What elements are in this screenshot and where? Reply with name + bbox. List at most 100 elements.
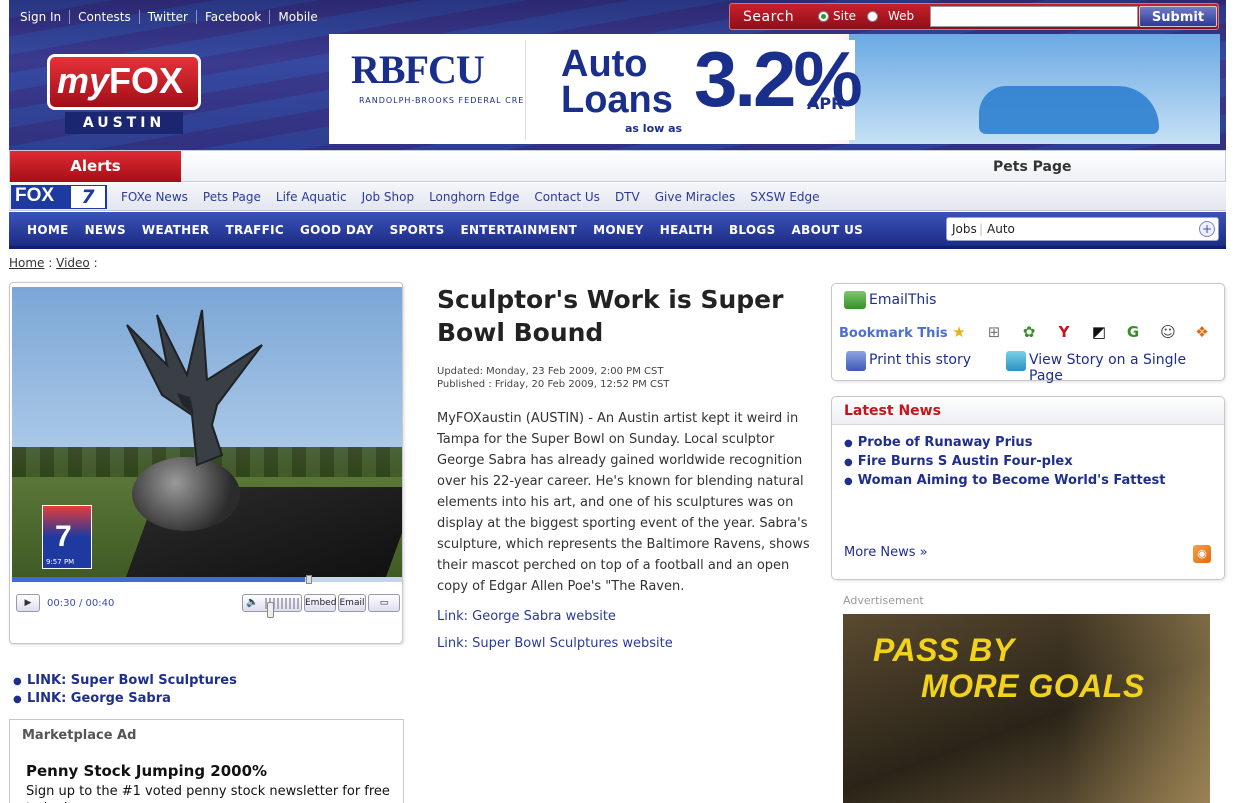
site-radio-label: Site xyxy=(833,9,857,23)
nav-health[interactable]: HEALTH xyxy=(660,223,713,237)
breadcrumb-home[interactable]: Home xyxy=(9,256,44,270)
sign-in-link[interactable]: Sign In xyxy=(20,10,71,24)
stumbleupon-icon[interactable]: ✿ xyxy=(1019,322,1039,342)
banner-brand: RBFCU xyxy=(351,47,485,92)
nav-traffic[interactable]: TRAFFIC xyxy=(225,223,283,237)
nav-weather[interactable]: WEATHER xyxy=(142,223,210,237)
plus-icon[interactable]: + xyxy=(1199,221,1215,237)
marketplace-ad-title[interactable]: Penny Stock Jumping 2000% xyxy=(26,762,267,780)
nav-money[interactable]: MONEY xyxy=(593,223,644,237)
facebook-link[interactable]: Facebook xyxy=(197,10,271,24)
video-frame[interactable]: 7 9:57 PM xyxy=(12,287,402,579)
document-icon[interactable] xyxy=(1006,351,1026,371)
advertisement-label: Advertisement xyxy=(843,594,924,607)
embed-button[interactable]: Embed xyxy=(304,594,336,612)
latest-news-box: Latest News ● Probe of Runaway Prius ● Fir… xyxy=(831,396,1225,580)
fox7-logo[interactable]: FOX 7 xyxy=(11,185,107,209)
article-link-george-sabra[interactable]: Link: George Sabra website xyxy=(437,609,815,624)
web-radio[interactable] xyxy=(867,11,878,22)
search-submit-button[interactable]: Submit xyxy=(1139,6,1217,27)
speaker-icon: 🔈 xyxy=(246,597,259,608)
volume-control[interactable]: 🔈 xyxy=(242,594,302,618)
logo-city: AUSTIN xyxy=(65,112,183,134)
advertisement-image[interactable]: PASS BY MORE GOALS xyxy=(843,614,1210,803)
rss-icon[interactable]: ◉ xyxy=(1193,545,1211,563)
quick-jobs[interactable]: Jobs xyxy=(952,222,977,236)
article-link-super-bowl-sculptures[interactable]: Link: Super Bowl Sculptures website xyxy=(437,636,815,651)
quick-search[interactable]: Jobs | Auto + xyxy=(946,217,1219,241)
favorite-star-icon[interactable]: ★ xyxy=(949,322,969,342)
nav-news[interactable]: NEWS xyxy=(85,223,126,237)
list-item: ● Woman Aiming to Become World's Fattest xyxy=(844,473,1165,488)
news-link-runaway-prius[interactable]: Probe of Runaway Prius xyxy=(858,435,1033,450)
article: Sculptor's Work is Super Bowl Bound Upda… xyxy=(437,283,815,651)
alerts-ticker[interactable]: Pets Page xyxy=(993,159,1072,175)
news-link-worlds-fattest[interactable]: Woman Aiming to Become World's Fattest xyxy=(858,473,1166,488)
email-icon[interactable] xyxy=(844,291,866,309)
fullscreen-button[interactable]: ▭ xyxy=(368,594,400,612)
bookmark-label: Bookmark This xyxy=(839,326,948,341)
mobile-link[interactable]: Mobile xyxy=(270,10,325,24)
ad-headline-line1: PASS BY xyxy=(873,632,1015,668)
link-super-bowl-sculptures[interactable]: LINK: Super Bowl Sculptures xyxy=(27,673,237,688)
subnav-link-dtv[interactable]: DTV xyxy=(615,190,640,204)
video-time: 00:30 / 00:40 xyxy=(47,598,115,609)
video-progress-handle[interactable] xyxy=(306,575,312,584)
print-story-link[interactable]: Print this story xyxy=(869,352,971,368)
subnav-link-give-miracles[interactable]: Give Miracles xyxy=(655,190,735,204)
link-george-sabra[interactable]: LINK: George Sabra xyxy=(27,691,171,706)
screen-icon: ▭ xyxy=(379,598,389,608)
reddit-icon[interactable]: ☺ xyxy=(1158,322,1178,342)
quick-auto[interactable]: Auto xyxy=(987,222,1015,236)
nav-entertainment[interactable]: ENTERTAINMENT xyxy=(461,223,578,237)
contests-link[interactable]: Contests xyxy=(70,10,140,24)
print-icon[interactable] xyxy=(846,351,866,371)
related-links: ● LINK: Super Bowl Sculptures ● LINK: Geor… xyxy=(13,673,237,709)
more-news-link[interactable]: More News » xyxy=(844,545,928,560)
fox7-subnav: FOX 7 FOXe News Pets Page Life Aquatic J… xyxy=(9,183,1226,211)
raven-sculpture-image xyxy=(126,309,263,467)
windows-live-icon[interactable]: ❖ xyxy=(1192,322,1212,342)
email-button[interactable]: Email xyxy=(338,594,366,612)
bullet-icon: ● xyxy=(844,457,853,468)
email-this-link[interactable]: EmailThis xyxy=(869,292,936,308)
nav-sports[interactable]: SPORTS xyxy=(390,223,445,237)
single-page-link[interactable]: View Story on a Single Page xyxy=(1029,352,1224,384)
ad-background xyxy=(1063,614,1210,803)
subnav-link-longhorn-edge[interactable]: Longhorn Edge xyxy=(429,190,519,204)
banner-headline: Auto Loans xyxy=(561,43,673,121)
news-link-fire-four-plex[interactable]: Fire Burns S Austin Four-plex xyxy=(858,454,1073,469)
fox7-logo-num: 7 xyxy=(71,186,105,208)
logo-my: my xyxy=(57,60,110,101)
nav-about-us[interactable]: ABOUT US xyxy=(792,223,864,237)
volume-slider-handle[interactable] xyxy=(267,602,274,618)
play-button[interactable]: ▶ xyxy=(16,594,40,612)
subnav-link-foxe-news[interactable]: FOXe News xyxy=(121,190,188,204)
breadcrumb-video[interactable]: Video xyxy=(56,256,90,270)
car-image xyxy=(979,86,1159,134)
subnav-link-contact-us[interactable]: Contact Us xyxy=(534,190,600,204)
site-header: Sign In Contests Twitter Facebook Mobile… xyxy=(9,0,1226,150)
yahoo-icon[interactable]: Y xyxy=(1054,322,1074,342)
google-icon[interactable]: G xyxy=(1123,322,1143,342)
subnav-link-pets-page[interactable]: Pets Page xyxy=(203,190,261,204)
video-progress-bar[interactable] xyxy=(12,575,402,584)
twitter-link[interactable]: Twitter xyxy=(140,10,197,24)
site-radio[interactable] xyxy=(818,11,829,22)
nav-blogs[interactable]: BLOGS xyxy=(729,223,776,237)
banner-ad[interactable]: RBFCU RANDOLPH-BROOKS FEDERAL CREDIT UNI… xyxy=(329,34,1220,144)
web-radio-label: Web xyxy=(888,9,915,23)
related-link-item: ● LINK: Super Bowl Sculptures xyxy=(13,673,237,688)
marketplace-ad-text[interactable]: Sign up to the #1 voted penny stock news… xyxy=(26,783,396,803)
bullet-icon: ● xyxy=(13,694,22,705)
nav-good-day[interactable]: GOOD DAY xyxy=(300,223,374,237)
digg-icon[interactable]: ⊞ xyxy=(984,322,1004,342)
delicious-icon[interactable]: ◩ xyxy=(1089,322,1109,342)
alerts-tab[interactable]: Alerts xyxy=(10,151,181,182)
nav-home[interactable]: HOME xyxy=(27,223,69,237)
search-input[interactable] xyxy=(930,6,1138,27)
subnav-link-job-shop[interactable]: Job Shop xyxy=(362,190,415,204)
subnav-link-life-aquatic[interactable]: Life Aquatic xyxy=(276,190,347,204)
myfox-austin-logo[interactable]: my FOX AUSTIN xyxy=(47,54,201,134)
subnav-link-sxsw-edge[interactable]: SXSW Edge xyxy=(750,190,819,204)
